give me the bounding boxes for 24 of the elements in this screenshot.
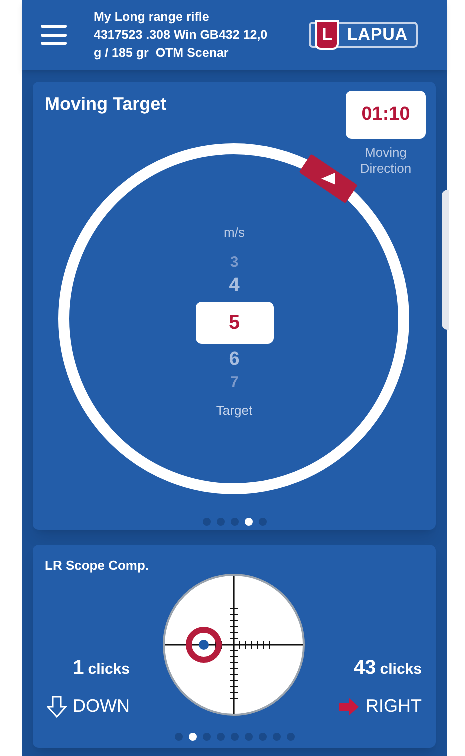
click-unit: clicks — [380, 660, 422, 680]
click-count: 1 — [73, 656, 84, 681]
speed-option[interactable]: 4 — [229, 272, 240, 298]
timer-display[interactable]: 01:10 — [346, 91, 426, 139]
rifle-info-line: My Long range rifle — [94, 9, 210, 26]
unit-label: m/s — [224, 224, 245, 242]
click-count: 43 — [354, 656, 376, 681]
speed-option[interactable]: 7 — [230, 372, 239, 392]
rifle-info-line: 4317523 .308 Win GB432 12,0 — [94, 27, 268, 44]
speed-label: Target — [216, 402, 253, 420]
direction-label: DOWN — [73, 695, 130, 718]
speed-option[interactable]: 6 — [229, 346, 240, 372]
click-unit: clicks — [88, 660, 130, 680]
selected-speed[interactable]: 5 — [196, 302, 274, 344]
card-title: Moving Target — [45, 93, 167, 116]
timer-label: Moving Direction — [359, 145, 413, 177]
direction-label: RIGHT — [366, 695, 422, 718]
lapua-logo: L LAPUA — [309, 22, 418, 48]
card-title: LR Scope Comp. — [45, 557, 150, 575]
speed-option[interactable]: 3 — [230, 252, 239, 272]
down-arrow-icon — [47, 696, 67, 718]
menu-icon[interactable] — [41, 25, 67, 45]
rifle-info-line: g / 185 gr OTM Scenar — [94, 45, 230, 62]
right-arrow-icon — [338, 696, 360, 716]
